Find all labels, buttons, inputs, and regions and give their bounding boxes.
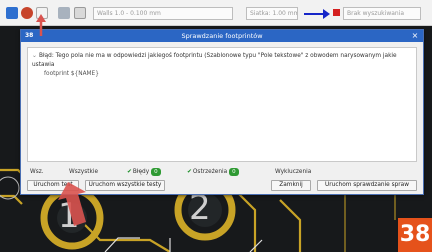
- close-button[interactable]: Zamknij: [271, 180, 311, 191]
- settings-gear-icon[interactable]: [21, 7, 33, 19]
- layer-color-swatch: [333, 9, 340, 16]
- warnings-count-badge: 0: [229, 168, 239, 176]
- pcb-icon[interactable]: [6, 7, 18, 19]
- severity-filter-bar: Wsz. Wszystkie ✔Błędy 0 ✔Ostrzeżenia 0 Wyk…: [27, 166, 417, 178]
- run-checks-button[interactable]: Uruchom sprawdzanie spraw: [317, 180, 417, 191]
- close-icon[interactable]: ×: [410, 30, 420, 42]
- plugin-icon[interactable]: [58, 7, 70, 19]
- dialog-title: Sprawdzanie footprintów: [181, 32, 263, 40]
- filter-warnings[interactable]: ✔Ostrzeżenia 0: [187, 167, 239, 177]
- run-all-tests-button[interactable]: Uruchom wszystkie testy: [85, 180, 165, 191]
- footprint-checker-dialog: 38 Sprawdzanie footprintów × ⌄ Błąd: Tego…: [20, 29, 424, 195]
- pad-1-label: 1: [58, 196, 80, 236]
- blue-annotation-arrow: [304, 9, 330, 19]
- step-number-badge: 38: [398, 218, 432, 252]
- filter-warnings-label: Ostrzeżenia: [192, 169, 228, 175]
- filter-all-label[interactable]: Wsz.: [30, 167, 44, 177]
- check-icon: ✔: [127, 169, 132, 175]
- dialog-title-bar[interactable]: 38 Sprawdzanie footprintów ×: [21, 30, 423, 42]
- violation-message: Błąd: Tego pola nie ma w odpowiedzi jaki…: [32, 53, 397, 68]
- filter-errors-label: Błędy: [132, 169, 150, 175]
- filter-exclusions[interactable]: Wykluczenia: [275, 167, 311, 177]
- violation-detail: footprint ${NAME}: [44, 71, 99, 77]
- check-icon: ✔: [187, 169, 192, 175]
- layer-select[interactable]: Brak wyszukiwania: [343, 7, 421, 20]
- grid-select[interactable]: Siatka: 1.00 mm: [246, 7, 298, 20]
- top-toolbar: Walls 1.0 - 0.100 mm Siatka: 1.00 mm Bra…: [0, 0, 432, 26]
- violations-list[interactable]: ⌄ Błąd: Tego pola nie ma w odpowiedzi jak…: [27, 47, 417, 162]
- run-test-button[interactable]: Uruchom test: [27, 180, 79, 191]
- track-width-select[interactable]: Walls 1.0 - 0.100 mm: [93, 7, 233, 20]
- chevron-down-icon[interactable]: ⌄: [32, 52, 39, 61]
- filter-all-checkbox[interactable]: Wszystkie: [69, 167, 98, 177]
- list-item[interactable]: ⌄ Błąd: Tego pola nie ma w odpowiedzi jak…: [32, 52, 412, 79]
- footprint-checker-icon[interactable]: [36, 7, 48, 19]
- filter-errors[interactable]: ✔Błędy 0: [127, 167, 161, 177]
- grid-icon[interactable]: [74, 7, 86, 19]
- errors-count-badge: 0: [151, 168, 161, 176]
